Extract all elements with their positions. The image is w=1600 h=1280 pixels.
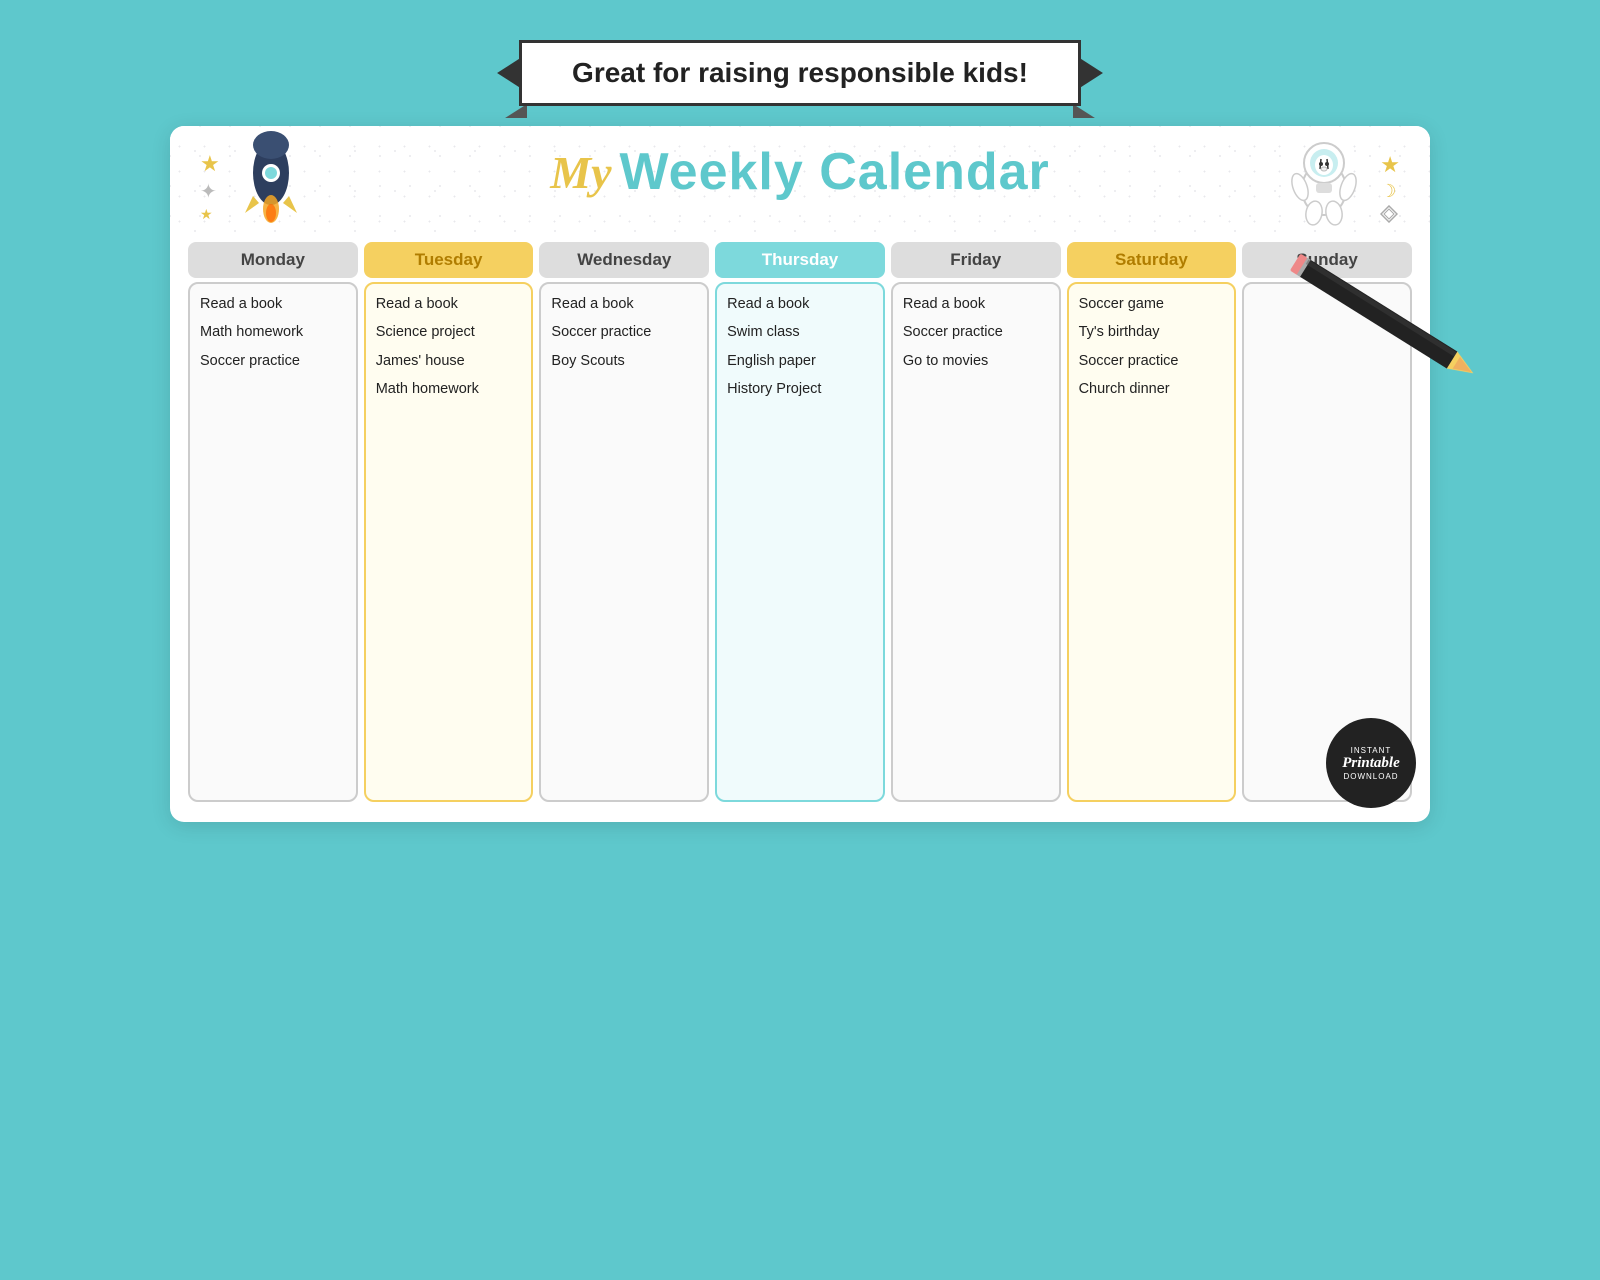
banner-fold-right [1073,104,1095,118]
day-header-thursday: Thursday [715,242,885,278]
badge-instant: INSTANT [1351,746,1392,755]
list-item: Soccer practice [1079,351,1225,371]
day-header-friday: Friday [891,242,1061,278]
day-header-wednesday: Wednesday [539,242,709,278]
list-item: English paper [727,351,873,371]
list-item: James' house [376,351,522,371]
title-weekly-calendar: Weekly Calendar [620,142,1050,202]
list-item: Read a book [200,294,346,314]
list-item: Read a book [551,294,697,314]
day-column-wednesday: Wednesday Read a book Soccer practice Boy S… [539,242,709,802]
day-header-tuesday: Tuesday [364,242,534,278]
day-box-monday: Read a book Math homework Soccer practice [188,282,358,802]
list-item: Math homework [200,322,346,342]
title-container: My Weekly Calendar [200,142,1400,202]
list-item: Science project [376,322,522,342]
badge-download: DOWNLOAD [1343,772,1398,781]
title-my: My [550,146,611,199]
day-column-saturday: Saturday Soccer game Ty's birthday Soccer p… [1067,242,1237,802]
day-box-saturday: Soccer game Ty's birthday Soccer practice C… [1067,282,1237,802]
moon-icon: ☽ [1380,181,1400,202]
deco-left: ★ ✦ ★ [200,131,316,231]
day-box-tuesday: Read a book Science project James' house Ma… [364,282,534,802]
list-item: Soccer practice [551,322,697,342]
printable-badge: INSTANT Printable DOWNLOAD [1326,718,1416,808]
list-item: Go to movies [903,351,1049,371]
day-column-monday: Monday Read a book Math homework Soccer pra… [188,242,358,802]
day-column-tuesday: Tuesday Read a book Science project James' … [364,242,534,802]
list-item: Swim class [727,322,873,342]
star-gold-2: ★ [200,206,220,223]
day-box-thursday: Read a book Swim class English paper Histor… [715,282,885,802]
deco-right: ★ ☽ [1274,131,1400,231]
banner-wrapper: Great for raising responsible kids! [519,40,1081,106]
banner-text: Great for raising responsible kids! [519,40,1081,106]
day-box-friday: Read a book Soccer practice Go to movies [891,282,1061,802]
list-item: Church dinner [1079,379,1225,399]
day-header-saturday: Saturday [1067,242,1237,278]
calendar-card: ★ ✦ ★ [170,126,1430,822]
list-item: Read a book [903,294,1049,314]
list-item: Ty's birthday [1079,322,1225,342]
list-item: Soccer game [1079,294,1225,314]
list-item: Read a book [376,294,522,314]
diamond-icon [1380,205,1398,223]
day-header-monday: Monday [188,242,358,278]
badge-printable: Printable [1342,755,1400,772]
star-silver-1: ✦ [200,179,220,204]
day-column-friday: Friday Read a book Soccer practice Go to mo… [891,242,1061,802]
list-item: Math homework [376,379,522,399]
days-grid: Monday Read a book Math homework Soccer pra… [170,242,1430,802]
banner-fold-left [505,104,527,118]
list-item: History Project [727,379,873,399]
zebra-icon [1274,131,1374,231]
list-item: Soccer practice [200,351,346,371]
calendar-header: ★ ✦ ★ [170,126,1430,236]
star-gold-1: ★ [200,151,220,177]
list-item: Boy Scouts [551,351,697,371]
list-item: Soccer practice [903,322,1049,342]
list-item: Read a book [727,294,873,314]
day-box-wednesday: Read a book Soccer practice Boy Scouts [539,282,709,802]
day-column-thursday: Thursday Read a book Swim class English pap… [715,242,885,802]
rocket-icon [226,131,316,231]
star-gold-3: ★ [1380,152,1400,178]
